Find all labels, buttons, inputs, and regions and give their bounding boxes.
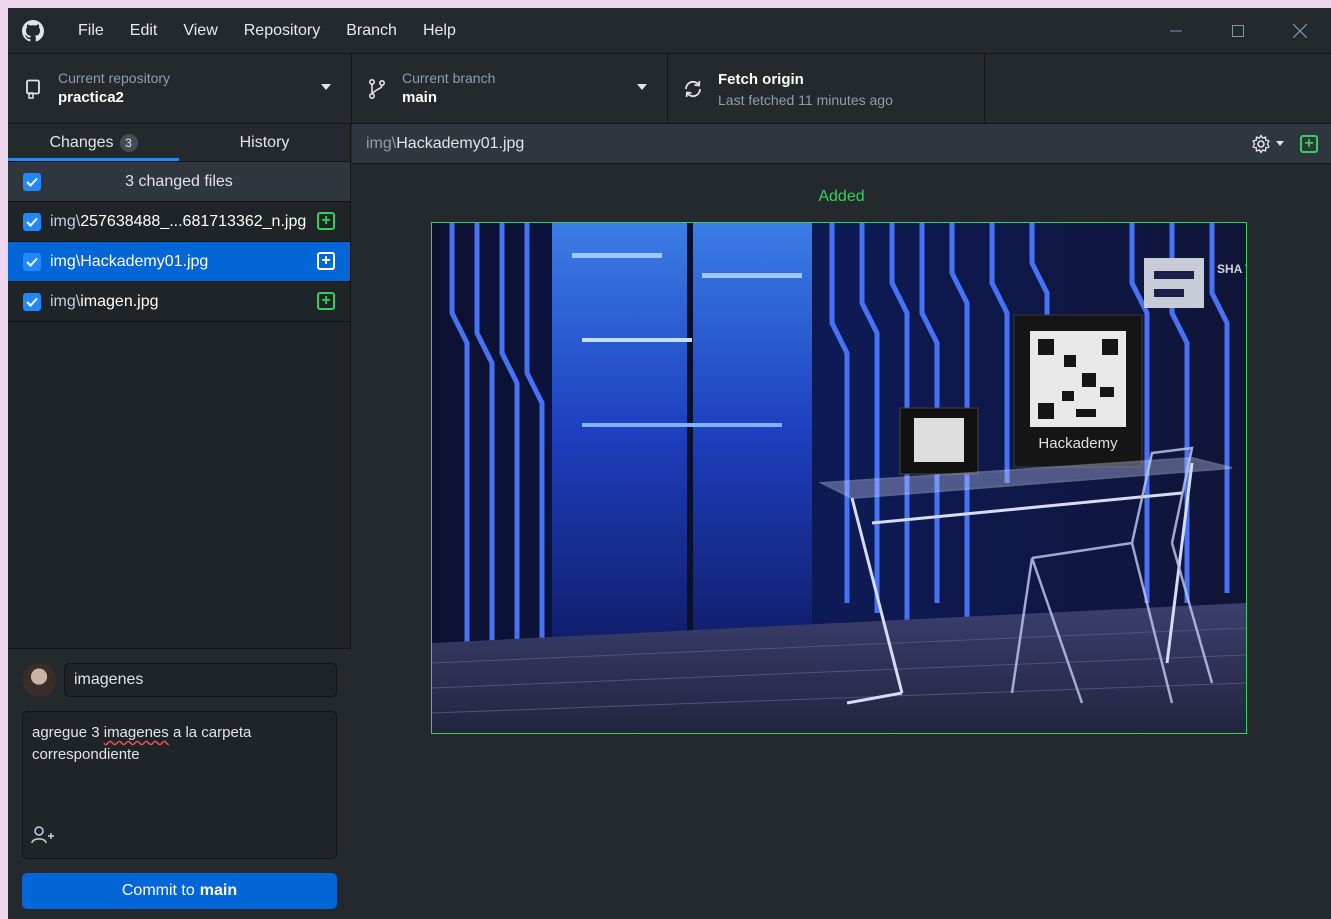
file-list-item[interactable]: img\257638488_...681713362_n.jpg + xyxy=(8,202,350,242)
screen-brand-text: Hackademy xyxy=(1038,435,1118,452)
file-list-item-selected[interactable]: img\Hackademy01.jpg + xyxy=(8,242,350,282)
image-preview: Hackademy SHA xyxy=(431,222,1247,734)
file-added-icon: + xyxy=(317,212,335,230)
file-path: img\Hackademy01.jpg xyxy=(50,253,208,271)
hackademy-photo: Hackademy SHA xyxy=(432,223,1246,733)
commit-button-label: Commit to xyxy=(121,882,195,899)
file-basename: imagen.jpg xyxy=(80,292,159,310)
current-repository-button[interactable]: Current repository practica2 xyxy=(8,54,352,123)
file-added-icon: + xyxy=(317,292,335,310)
current-branch-button[interactable]: Current branch main xyxy=(352,54,668,123)
diff-view: img\Hackademy01.jpg + Added Hackademy SH… xyxy=(352,124,1331,919)
checkmark-icon xyxy=(26,257,38,267)
menu-help[interactable]: Help xyxy=(410,8,469,53)
fetch-text: Fetch origin Last fetched 11 minutes ago xyxy=(718,69,893,109)
menu-branch[interactable]: Branch xyxy=(333,8,410,53)
title-bar: File Edit View Repository Branch Help xyxy=(8,8,1331,53)
fetch-title: Fetch origin xyxy=(718,70,804,88)
tab-history-label: History xyxy=(239,133,290,151)
repo-name: practica2 xyxy=(58,88,124,106)
branch-label: Current branch xyxy=(402,69,496,86)
diff-file-dir: img\ xyxy=(366,134,397,152)
file-list-item[interactable]: img\imagen.jpg + xyxy=(8,282,350,322)
avatar xyxy=(22,663,56,697)
branch-name: main xyxy=(402,88,438,106)
commit-description-input[interactable]: agregue 3 imagenes a la carpeta correspo… xyxy=(22,711,337,859)
desc-misspelled-word: imagenes xyxy=(103,724,169,741)
file-basename: Hackademy01.jpg xyxy=(80,252,209,270)
commit-description-text: agregue 3 imagenes a la carpeta correspo… xyxy=(32,722,326,766)
gear-icon xyxy=(1252,133,1270,154)
chevron-down-icon xyxy=(321,84,331,90)
maximize-icon xyxy=(1232,24,1244,37)
tab-history[interactable]: History xyxy=(179,124,350,161)
diff-file-path: img\Hackademy01.jpg xyxy=(366,135,524,153)
menu-edit[interactable]: Edit xyxy=(117,8,171,53)
file-dir: img\ xyxy=(50,212,81,230)
fetch-origin-button[interactable]: Fetch origin Last fetched 11 minutes ago xyxy=(668,54,985,123)
file-path: img\257638488_...681713362_n.jpg xyxy=(50,213,306,231)
desc-part-1: agregue 3 xyxy=(32,724,104,741)
github-logo-icon xyxy=(21,19,45,43)
menu-file[interactable]: File xyxy=(65,8,117,53)
menu-bar: File Edit View Repository Branch Help xyxy=(65,8,469,53)
repo-label: Current repository xyxy=(58,69,171,86)
maximize-button[interactable] xyxy=(1207,8,1269,53)
sidebar-tabs: Changes 3 History xyxy=(8,124,350,162)
branch-text: Current branch main xyxy=(402,69,495,109)
file-basename: 257638488_...681713362_n.jpg xyxy=(80,212,307,230)
close-icon xyxy=(1293,23,1307,38)
tab-changes[interactable]: Changes 3 xyxy=(8,124,179,161)
tab-changes-label: Changes xyxy=(49,133,114,151)
close-button[interactable] xyxy=(1269,8,1331,53)
toolbar: Current repository practica2 Current bra… xyxy=(8,53,1331,124)
corner-logo-text: SHA TAN MEXI xyxy=(1217,262,1246,276)
window-controls xyxy=(1145,8,1331,53)
file-dir: img\ xyxy=(50,252,81,270)
commit-button-branch: main xyxy=(199,882,238,899)
diff-file-name: Hackademy01.jpg xyxy=(396,134,525,152)
checkmark-icon xyxy=(26,297,38,307)
fetch-status: Last fetched 11 minutes ago xyxy=(718,91,893,108)
changed-files-header: 3 changed files xyxy=(8,162,350,202)
checkmark-icon xyxy=(26,217,38,227)
github-desktop-window: File Edit View Repository Branch Help Cu… xyxy=(8,8,1331,919)
diff-header: img\Hackademy01.jpg + xyxy=(352,124,1331,164)
diff-options-button[interactable] xyxy=(1251,133,1284,154)
changed-files-count: 3 changed files xyxy=(125,172,233,190)
chevron-down-icon xyxy=(1276,141,1284,146)
menu-repository[interactable]: Repository xyxy=(231,8,333,53)
file-dir: img\ xyxy=(50,292,81,310)
file-checkbox[interactable] xyxy=(23,292,41,311)
file-checkbox[interactable] xyxy=(23,252,41,271)
branch-icon xyxy=(366,78,388,100)
file-added-icon: + xyxy=(1300,134,1318,153)
diff-header-actions: + xyxy=(1251,133,1318,154)
menu-view[interactable]: View xyxy=(170,8,230,53)
repo-text: Current repository practica2 xyxy=(58,69,170,109)
chevron-down-icon xyxy=(637,84,647,90)
minimize-button[interactable] xyxy=(1145,8,1207,53)
commit-summary-input[interactable]: imagenes xyxy=(64,663,337,697)
add-coauthor-icon[interactable] xyxy=(31,825,55,848)
commit-button[interactable]: Commit to main xyxy=(22,873,337,909)
sidebar: Changes 3 History 3 changed files img\25… xyxy=(8,124,351,919)
diff-status-label: Added xyxy=(818,188,865,205)
file-added-icon: + xyxy=(317,252,335,270)
sync-icon xyxy=(682,78,704,100)
minimize-icon xyxy=(1170,30,1182,31)
file-path: img\imagen.jpg xyxy=(50,293,159,311)
commit-panel: imagenes agregue 3 imagenes a la carpeta… xyxy=(8,648,351,919)
changes-count-badge: 3 xyxy=(119,133,138,152)
repo-icon xyxy=(22,79,44,99)
file-checkbox[interactable] xyxy=(23,212,41,231)
